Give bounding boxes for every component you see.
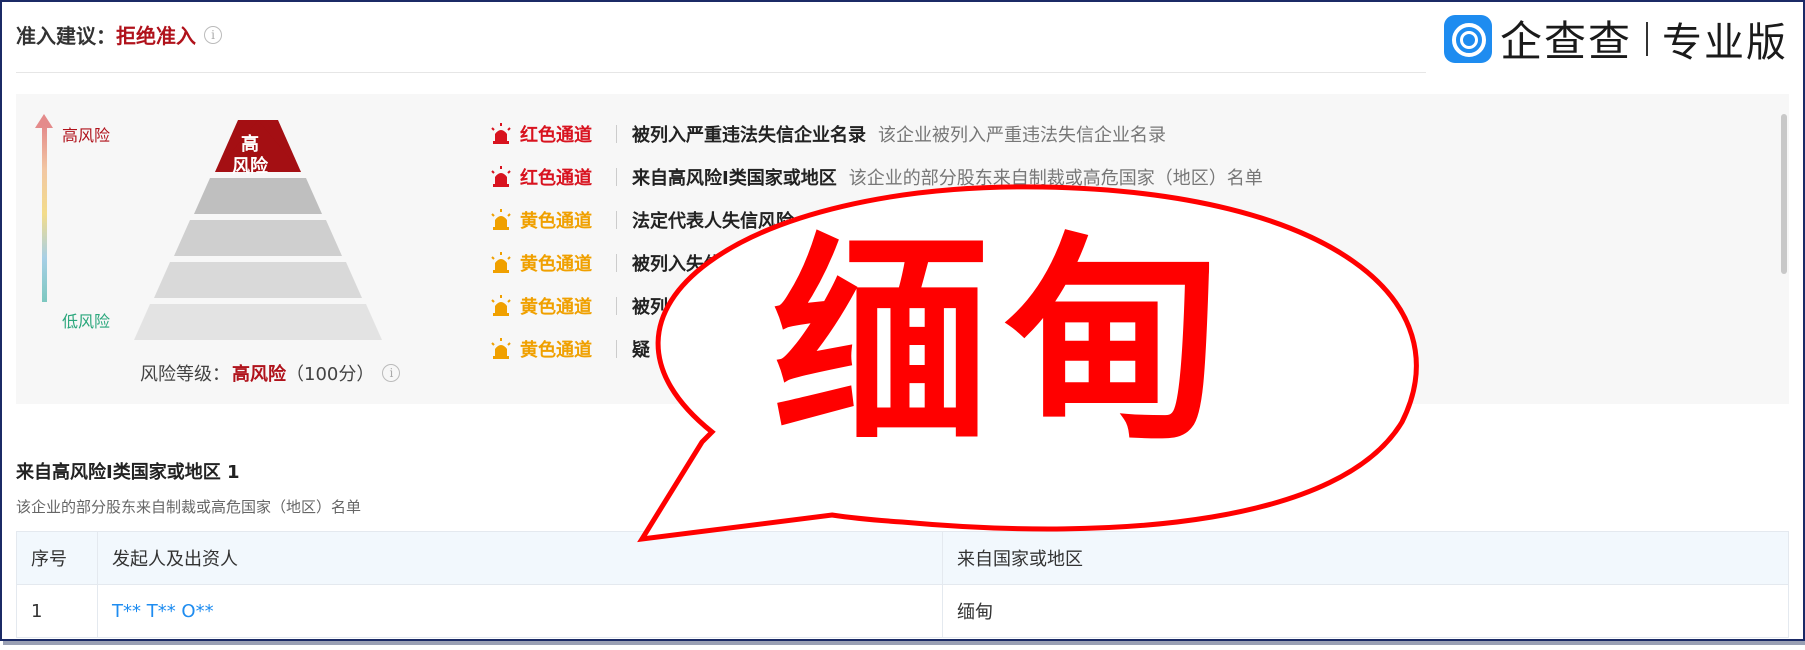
report-frame: 准入建议： 拒绝准入 i 企查查 专业版 高风险 低风险 高 风险 风险等级： — [0, 0, 1805, 641]
overlay-country-text: 缅甸 — [772, 213, 1236, 469]
